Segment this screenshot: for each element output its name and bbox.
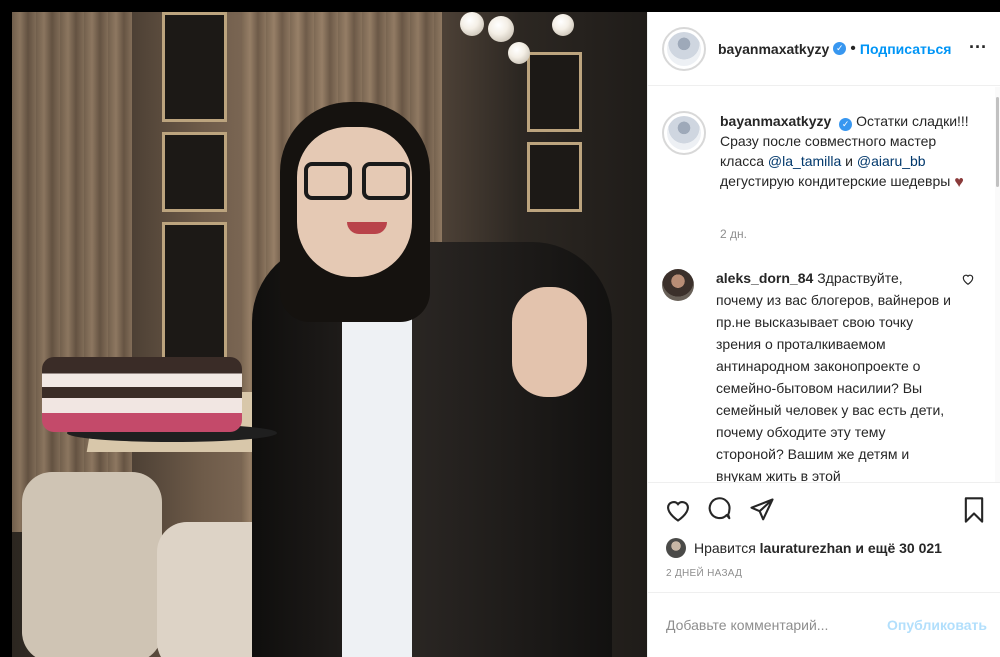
person-face	[297, 127, 412, 277]
scrollbar-thumb[interactable]	[996, 97, 999, 187]
post-sidebar: bayanmaxatkyzy ✓ • Подписаться ··· bayan…	[647, 12, 1000, 657]
smile	[347, 222, 387, 234]
heart-icon[interactable]	[664, 496, 692, 524]
glasses	[304, 162, 352, 200]
header-username[interactable]: bayanmaxatkyzy	[718, 41, 829, 57]
avatar[interactable]	[662, 269, 694, 301]
caption-text: bayanmaxatkyzy ✓ Остатки сладки!!! Сразу…	[720, 111, 980, 193]
caption: bayanmaxatkyzy ✓ Остатки сладки!!! Сразу…	[662, 111, 980, 193]
comment-input[interactable]	[666, 617, 888, 633]
comment-item: aleks_dorn_84 Здраствуйте, почему из вас…	[662, 267, 951, 482]
likes-prefix: Нравится	[694, 540, 756, 556]
ceiling-lamp	[460, 12, 484, 36]
post-modal: bayanmaxatkyzy ✓ • Подписаться ··· bayan…	[0, 0, 1000, 657]
wall-panel	[527, 52, 582, 132]
post-date[interactable]: 2 дней назад	[666, 568, 742, 579]
person-hand	[512, 287, 587, 397]
action-bar: Нравится lauraturezhan и ещё 30 021 2 дн…	[648, 482, 1000, 592]
ceiling-lamp	[488, 16, 514, 42]
glasses	[362, 162, 410, 200]
comment-text: aleks_dorn_84 Здраствуйте, почему из вас…	[716, 267, 951, 482]
avatar[interactable]	[666, 538, 686, 558]
cake	[42, 357, 242, 432]
verified-icon: ✓	[833, 42, 847, 55]
post-photo[interactable]	[12, 12, 647, 657]
comment-body: Здраствуйте, почему из вас блогеров, вай…	[716, 270, 951, 482]
publish-button[interactable]: Опубликовать	[887, 617, 987, 633]
wall-panel	[162, 222, 227, 372]
share-icon[interactable]	[748, 496, 776, 524]
likes-count[interactable]: и ещё 30 021	[855, 540, 942, 556]
likes-summary: Нравится lauraturezhan и ещё 30 021	[666, 538, 942, 558]
comment-icon[interactable]	[706, 496, 734, 524]
bookmark-icon[interactable]	[960, 496, 988, 524]
wall-panel	[162, 132, 227, 212]
comments-list[interactable]: bayanmaxatkyzy ✓ Остатки сладки!!! Сразу…	[648, 87, 1000, 482]
chair	[22, 472, 162, 657]
curtain-left	[12, 12, 132, 532]
caption-age: 2 дн.	[720, 227, 747, 241]
comment-like-heart-icon[interactable]	[961, 272, 975, 286]
ceiling-lamp	[552, 14, 574, 36]
heart-emoji-icon: ♥	[954, 174, 964, 191]
more-icon[interactable]: ···	[969, 37, 987, 58]
comment-username[interactable]: aleks_dorn_84	[716, 270, 813, 286]
avatar[interactable]	[662, 26, 706, 71]
person-shirt	[342, 272, 412, 657]
likes-user[interactable]: lauraturezhan	[760, 540, 852, 556]
separator-dot: •	[850, 39, 856, 57]
wall-panel	[162, 12, 227, 122]
caption-and: и	[845, 153, 853, 169]
mention-link[interactable]: @la_tamilla	[768, 153, 841, 169]
ceiling-lamp	[508, 42, 530, 64]
wall-panel	[527, 142, 582, 212]
mention-link[interactable]: @aiaru_bb	[857, 153, 926, 169]
avatar[interactable]	[662, 111, 706, 155]
verified-icon: ✓	[839, 118, 853, 131]
caption-username[interactable]: bayanmaxatkyzy	[720, 113, 831, 129]
comment-composer: Опубликовать	[648, 592, 1000, 657]
caption-end: дегустирую кондитерские шедевры	[720, 173, 951, 189]
post-header: bayanmaxatkyzy ✓ • Подписаться ···	[648, 12, 1000, 86]
follow-button[interactable]: Подписаться	[860, 41, 952, 57]
